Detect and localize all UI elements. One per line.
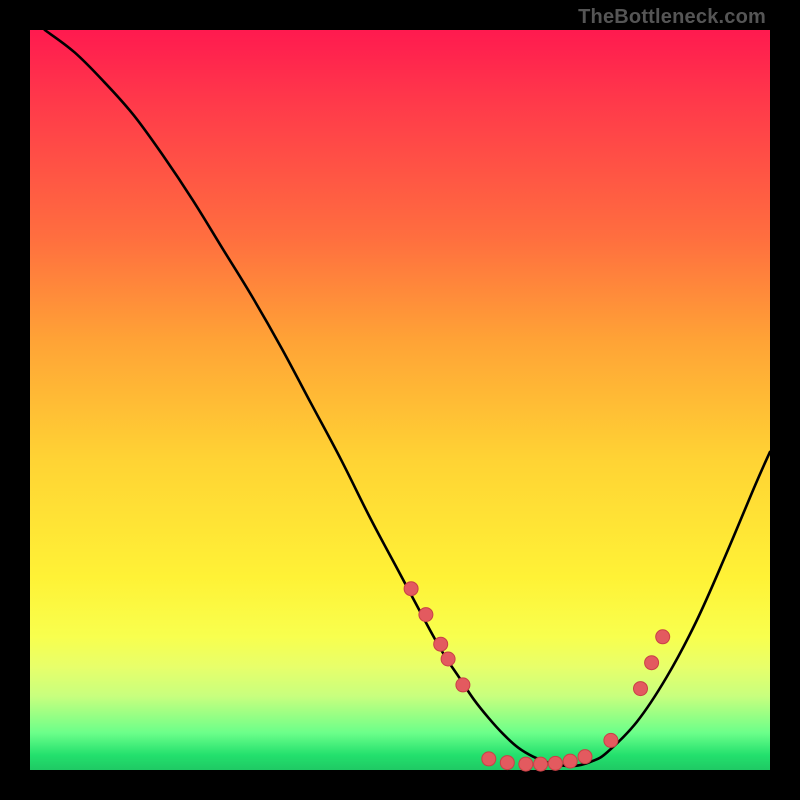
- sample-dot: [656, 630, 670, 644]
- sample-dot: [434, 637, 448, 651]
- sample-dot: [634, 682, 648, 696]
- sample-dot: [456, 678, 470, 692]
- sample-dot: [519, 757, 533, 771]
- sample-dot: [441, 652, 455, 666]
- sample-dot: [548, 756, 562, 770]
- sample-dot: [404, 582, 418, 596]
- chart-svg: [30, 30, 770, 770]
- bottleneck-curve: [45, 30, 770, 766]
- sample-dot: [645, 656, 659, 670]
- brand-watermark: TheBottleneck.com: [578, 6, 766, 29]
- sample-dot: [534, 757, 548, 771]
- sample-dot: [578, 750, 592, 764]
- sample-dot: [604, 733, 618, 747]
- sample-dot: [482, 752, 496, 766]
- sample-dot: [419, 608, 433, 622]
- sample-dots: [404, 582, 670, 771]
- chart-stage: TheBottleneck.com: [0, 0, 800, 800]
- plot-area: [30, 30, 770, 770]
- sample-dot: [500, 756, 514, 770]
- sample-dot: [563, 754, 577, 768]
